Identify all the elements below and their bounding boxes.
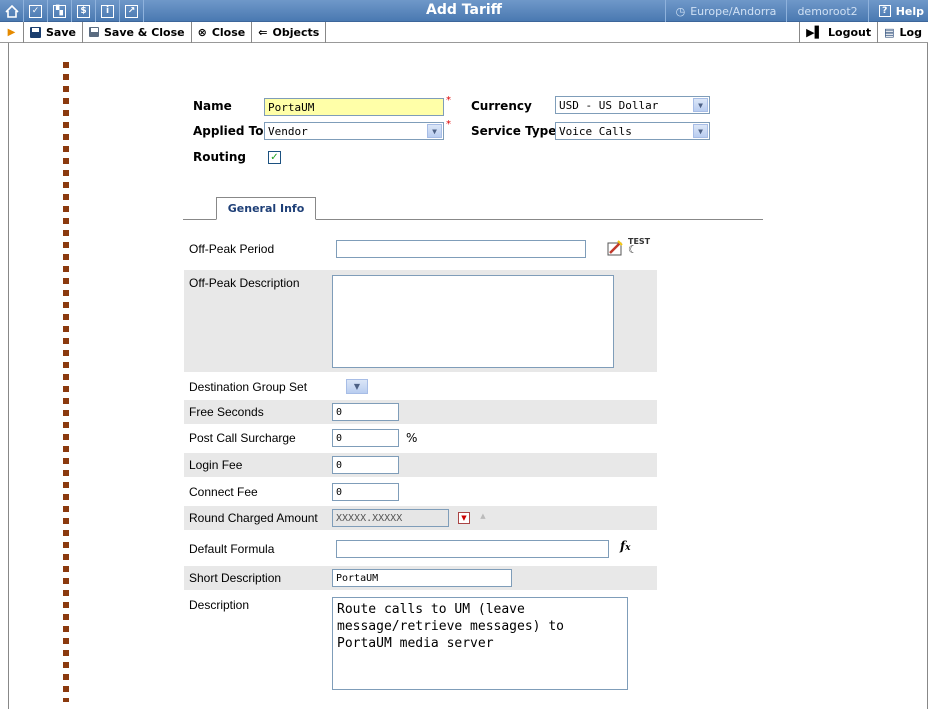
off-peak-period-input[interactable] xyxy=(336,240,586,258)
currency-label: Currency xyxy=(471,99,532,113)
floppy-icon xyxy=(88,27,99,37)
timezone-label: Europe/Andorra xyxy=(690,4,777,18)
save-close-label: Save & Close xyxy=(103,25,185,39)
row-free-seconds: Free Seconds 0 xyxy=(184,400,657,424)
timezone-link[interactable]: ◷ Europe/Andorra xyxy=(664,0,787,22)
row-post-call-surcharge: Post Call Surcharge 0 % xyxy=(184,426,657,450)
service-type-value: Voice Calls xyxy=(559,124,632,138)
description-label: Description xyxy=(189,598,250,612)
applied-to-select[interactable]: Vendor ▼ xyxy=(264,122,444,140)
default-formula-label: Default Formula xyxy=(189,542,275,556)
round-down-button[interactable]: ▼ xyxy=(458,512,470,524)
round-charged-amount-input[interactable]: XXXXX.XXXXX xyxy=(332,509,449,527)
close-label: Close xyxy=(211,25,246,39)
logout-icon: ▶▌ xyxy=(806,25,824,39)
off-peak-description-textarea[interactable] xyxy=(332,275,614,368)
routing-label: Routing xyxy=(193,150,247,164)
free-seconds-label: Free Seconds xyxy=(189,405,264,419)
grid-icon[interactable]: ▚ xyxy=(48,0,72,22)
toolbar-spacer xyxy=(326,21,801,43)
row-default-formula: Default Formula fx xyxy=(184,536,657,562)
currency-select[interactable]: USD - US Dollar ▼ xyxy=(555,96,710,114)
login-fee-label: Login Fee xyxy=(189,458,243,472)
post-call-surcharge-label: Post Call Surcharge xyxy=(189,431,296,445)
chart-icon[interactable]: ↗ xyxy=(120,0,144,22)
currency-value: USD - US Dollar xyxy=(559,98,659,112)
info-icon[interactable]: i xyxy=(96,0,120,22)
floppy-icon xyxy=(30,26,41,38)
chevron-down-icon: ▼ xyxy=(461,514,467,522)
tree-dotted-line xyxy=(63,62,69,702)
login-fee-input[interactable]: 0 xyxy=(332,456,399,474)
logout-button[interactable]: ▶▌ Logout xyxy=(800,21,879,43)
destination-group-set-label: Destination Group Set xyxy=(189,380,308,394)
chevron-down-icon: ▼ xyxy=(693,124,708,138)
checkbox-icon[interactable]: ✓ xyxy=(24,0,48,22)
row-off-peak-description: Off-Peak Description xyxy=(184,270,657,372)
wizard-icon[interactable] xyxy=(606,239,624,260)
default-formula-input[interactable] xyxy=(336,540,609,558)
close-icon: ⊗ xyxy=(197,25,207,39)
chevron-down-icon: ▼ xyxy=(353,382,361,391)
description-textarea[interactable]: Route calls to UM (leave message/retriev… xyxy=(332,597,628,690)
help-icon: ? xyxy=(878,5,891,17)
round-charged-amount-label: Round Charged Amount xyxy=(189,511,318,525)
save-button[interactable]: Save xyxy=(24,21,83,43)
row-destination-group-set: Destination Group Set ▼ xyxy=(184,376,657,398)
service-type-select[interactable]: Voice Calls ▼ xyxy=(555,122,710,140)
help-label: Help xyxy=(895,4,924,18)
home-icon[interactable] xyxy=(0,0,24,22)
logout-label: Logout xyxy=(828,25,872,39)
service-type-label: Service Type xyxy=(471,124,557,138)
off-peak-period-label: Off-Peak Period xyxy=(189,242,275,256)
chevron-up-icon: ▲ xyxy=(480,512,486,520)
free-seconds-input[interactable]: 0 xyxy=(332,403,399,421)
save-close-button[interactable]: Save & Close xyxy=(83,21,192,43)
close-button[interactable]: ⊗ Close xyxy=(192,21,253,43)
connect-fee-input[interactable]: 0 xyxy=(332,483,399,501)
post-call-surcharge-input[interactable]: 0 xyxy=(332,429,399,447)
round-up-button[interactable]: ▲ xyxy=(478,511,488,521)
short-description-input[interactable]: PortaUM xyxy=(332,569,512,587)
menu-arrow-icon[interactable]: ▶ xyxy=(0,21,24,43)
frame-border-left xyxy=(8,43,9,709)
clock-icon: ◷ xyxy=(675,4,686,18)
chevron-down-icon: ▼ xyxy=(427,124,442,138)
applied-to-label: Applied To xyxy=(193,124,264,138)
row-short-description: Short Description PortaUM xyxy=(184,566,657,590)
toolbar: ▶ Save Save & Close ⊗ Close ⇐ Objects ▶▌ Lo… xyxy=(0,21,928,43)
off-peak-description-label: Off-Peak Description xyxy=(189,276,300,290)
short-description-label: Short Description xyxy=(189,571,282,585)
tab-general-info[interactable]: General Info xyxy=(216,197,316,220)
log-label: Log xyxy=(899,25,922,39)
dollar-icon[interactable]: $ xyxy=(72,0,96,22)
required-marker: * xyxy=(446,119,451,130)
required-marker: * xyxy=(446,95,451,106)
connect-fee-label: Connect Fee xyxy=(189,485,258,499)
user-link[interactable]: demoroot2 xyxy=(786,0,867,22)
name-input[interactable]: PortaUM xyxy=(264,98,444,116)
help-link[interactable]: ? Help xyxy=(867,0,928,22)
log-button[interactable]: ▤ Log xyxy=(878,22,928,43)
row-connect-fee: Connect Fee 0 xyxy=(184,480,657,504)
row-round-charged-amount: Round Charged Amount XXXXX.XXXXX ▼ ▲ xyxy=(184,506,657,530)
title-bar: ✓ ▚ $ i ↗ Add Tariff ◷ Europe/Andorra dem… xyxy=(0,0,928,22)
applied-to-value: Vendor xyxy=(268,124,308,138)
objects-button[interactable]: ⇐ Objects xyxy=(252,21,327,43)
log-icon: ▤ xyxy=(884,25,895,39)
row-login-fee: Login Fee 0 xyxy=(184,453,657,477)
destination-group-set-select[interactable]: ▼ xyxy=(346,379,368,394)
name-label: Name xyxy=(193,99,232,113)
test-icon[interactable]: TEST ☾ xyxy=(628,238,650,256)
objects-label: Objects xyxy=(272,25,320,39)
percent-unit: % xyxy=(406,431,418,445)
formula-icon[interactable]: fx xyxy=(620,539,631,553)
save-label: Save xyxy=(46,25,76,39)
objects-icon: ⇐ xyxy=(258,25,268,39)
chevron-down-icon: ▼ xyxy=(693,98,708,112)
row-description: Description Route calls to UM (leave mes… xyxy=(184,594,657,694)
routing-checkbox[interactable]: ✓ xyxy=(268,151,281,164)
row-off-peak-period: Off-Peak Period TEST ☾ xyxy=(184,236,657,262)
